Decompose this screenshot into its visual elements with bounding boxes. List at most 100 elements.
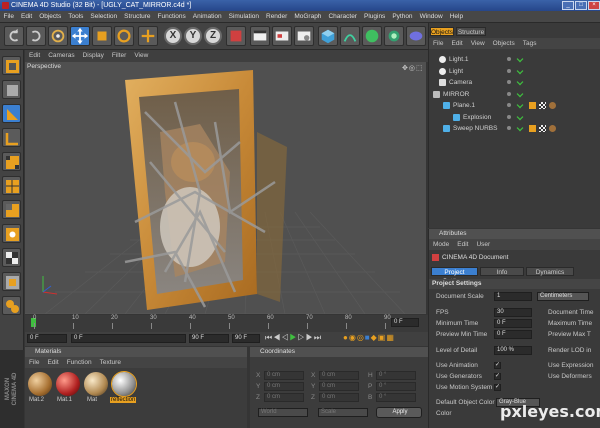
end-frame-field[interactable]: 90 F bbox=[189, 334, 229, 343]
use-animation-checkbox[interactable]: ✓ bbox=[494, 362, 501, 369]
phong-tag-icon[interactable] bbox=[529, 125, 536, 132]
menu-item-plugins[interactable]: Plugins bbox=[360, 11, 388, 23]
object-row[interactable]: Light.1 bbox=[431, 54, 596, 65]
enabled-check-icon[interactable] bbox=[516, 78, 524, 86]
visibility-dots-icon[interactable] bbox=[507, 57, 511, 61]
objects-menu-view[interactable]: View bbox=[467, 40, 489, 47]
points-mode-icon[interactable] bbox=[2, 152, 21, 171]
maximize-button[interactable]: □ bbox=[575, 1, 587, 10]
live-selection-icon[interactable] bbox=[48, 26, 68, 46]
axis-mode-icon[interactable] bbox=[2, 128, 21, 147]
objects-menu-objects[interactable]: Objects bbox=[489, 40, 519, 47]
render-picture-viewer-icon[interactable] bbox=[272, 26, 292, 46]
coord-world-dropdown[interactable]: World bbox=[258, 408, 308, 417]
enabled-check-icon[interactable] bbox=[516, 55, 524, 63]
model-mode-icon[interactable] bbox=[2, 80, 21, 99]
viewport-nav-icons[interactable]: ✥◎⬚ bbox=[402, 64, 424, 72]
object-row[interactable]: Explosion bbox=[431, 112, 596, 123]
redo-button[interactable] bbox=[26, 26, 46, 46]
coord-scale-dropdown[interactable]: Scale bbox=[318, 408, 368, 417]
axis-z-button[interactable]: Z bbox=[204, 27, 222, 45]
checker-tag-icon[interactable] bbox=[539, 125, 546, 132]
menu-item-structure[interactable]: Structure bbox=[121, 11, 154, 23]
render-settings-icon[interactable] bbox=[294, 26, 314, 46]
object-row[interactable]: Sweep NURBS bbox=[431, 123, 596, 134]
spline-pen-icon[interactable] bbox=[340, 26, 360, 46]
object-row[interactable]: Light bbox=[431, 66, 596, 77]
menu-item-selection[interactable]: Selection bbox=[87, 11, 121, 23]
menu-item-help[interactable]: Help bbox=[446, 11, 466, 23]
menu-item-objects[interactable]: Objects bbox=[36, 11, 65, 23]
doc-scale-input[interactable]: 1 bbox=[494, 292, 532, 301]
enabled-check-icon[interactable] bbox=[516, 90, 524, 97]
enabled-check-icon[interactable] bbox=[516, 67, 524, 74]
make-editable-icon[interactable] bbox=[2, 56, 21, 75]
keyframe-controls[interactable]: ●◉◎■◆▣▦ bbox=[343, 333, 395, 342]
coord-field[interactable]: 0 ° bbox=[376, 371, 416, 380]
materials-menu-edit[interactable]: Edit bbox=[43, 359, 62, 366]
material-reflection[interactable] bbox=[111, 371, 137, 397]
axis-x-button[interactable]: X bbox=[164, 27, 182, 45]
scale-tool-icon[interactable] bbox=[92, 26, 112, 46]
coord-field[interactable]: 0 cm bbox=[319, 382, 359, 391]
playback-controls[interactable]: ⏮◀◁▶▷▶⏭ bbox=[265, 333, 322, 343]
enabled-check-icon[interactable] bbox=[516, 113, 524, 120]
doc-scale-unit-dropdown[interactable]: Centimeters bbox=[537, 292, 589, 301]
menu-item-animation[interactable]: Animation bbox=[189, 11, 225, 23]
viewport-menu-display[interactable]: Display bbox=[79, 50, 108, 62]
visibility-dots-icon[interactable] bbox=[507, 91, 511, 96]
coord-field[interactable]: 0 cm bbox=[319, 393, 359, 402]
viewport-menu-edit[interactable]: Edit bbox=[25, 50, 44, 62]
menu-item-functions[interactable]: Functions bbox=[154, 11, 189, 23]
tab-dynamics[interactable]: Dynamics bbox=[526, 267, 574, 276]
polygons-mode-icon[interactable] bbox=[2, 200, 21, 219]
material-mat1[interactable] bbox=[56, 372, 80, 396]
timeline-end-field[interactable]: 0 F bbox=[391, 318, 419, 327]
viewport-menu-view[interactable]: View bbox=[130, 50, 152, 62]
tab-structure[interactable]: Structure bbox=[456, 27, 486, 36]
viewport-menu-cameras[interactable]: Cameras bbox=[44, 50, 78, 62]
object-row[interactable]: Plane.1 bbox=[431, 100, 596, 111]
checker-icon[interactable] bbox=[2, 248, 21, 267]
start-frame-field[interactable]: 0 F bbox=[27, 334, 67, 343]
viewport-menu-filter[interactable]: Filter bbox=[108, 50, 130, 62]
objects-menu-file[interactable]: File bbox=[429, 40, 447, 47]
menu-item-python[interactable]: Python bbox=[389, 11, 416, 23]
lod-input[interactable]: 100 % bbox=[494, 346, 532, 355]
rotate-tool-icon[interactable] bbox=[114, 26, 134, 46]
attributes-menu-user[interactable]: User bbox=[472, 241, 494, 248]
deformer-icon[interactable] bbox=[406, 26, 426, 46]
objects-menu-edit[interactable]: Edit bbox=[447, 40, 466, 47]
material-mat2[interactable] bbox=[28, 372, 52, 396]
coord-field[interactable]: 0 cm bbox=[264, 393, 304, 402]
preview-min-input[interactable]: 0 F bbox=[494, 330, 532, 339]
menu-item-character[interactable]: Character bbox=[325, 11, 361, 23]
texture-mode-icon[interactable] bbox=[2, 224, 21, 243]
coord-field[interactable]: 0 ° bbox=[376, 393, 416, 402]
world-coord-icon[interactable] bbox=[226, 26, 246, 46]
transform-tool-icon[interactable] bbox=[138, 26, 158, 46]
preview-end-field[interactable]: 90 F bbox=[232, 334, 260, 343]
visibility-dots-icon[interactable] bbox=[507, 126, 511, 130]
menu-item-window[interactable]: Window bbox=[416, 11, 446, 23]
materials-menu-texture[interactable]: Texture bbox=[96, 359, 125, 366]
edges-mode-icon[interactable] bbox=[2, 176, 21, 195]
viewport-perspective[interactable]: Perspective ✥◎⬚ bbox=[25, 62, 426, 314]
checker-tag-icon[interactable] bbox=[539, 102, 546, 109]
object-mode-icon[interactable] bbox=[2, 104, 21, 123]
enabled-check-icon[interactable] bbox=[516, 101, 524, 109]
fps-input[interactable]: 30 bbox=[494, 308, 532, 317]
coord-field[interactable]: 0 cm bbox=[264, 371, 304, 380]
tab-objects[interactable]: Objects bbox=[430, 27, 454, 36]
tab-info[interactable]: Info bbox=[480, 267, 524, 276]
objects-menu-tags[interactable]: Tags bbox=[519, 40, 541, 47]
render-view-icon[interactable] bbox=[250, 26, 270, 46]
use-generators-checkbox[interactable]: ✓ bbox=[494, 373, 501, 380]
nurbs-icon[interactable] bbox=[362, 26, 382, 46]
material-tag-icon[interactable] bbox=[549, 125, 556, 132]
use-motion-checkbox[interactable]: ✓ bbox=[494, 384, 501, 391]
array-icon[interactable] bbox=[384, 26, 404, 46]
menu-item-tools[interactable]: Tools bbox=[65, 11, 87, 23]
visibility-dots-icon[interactable] bbox=[507, 103, 511, 107]
menu-item-file[interactable]: File bbox=[0, 11, 17, 23]
